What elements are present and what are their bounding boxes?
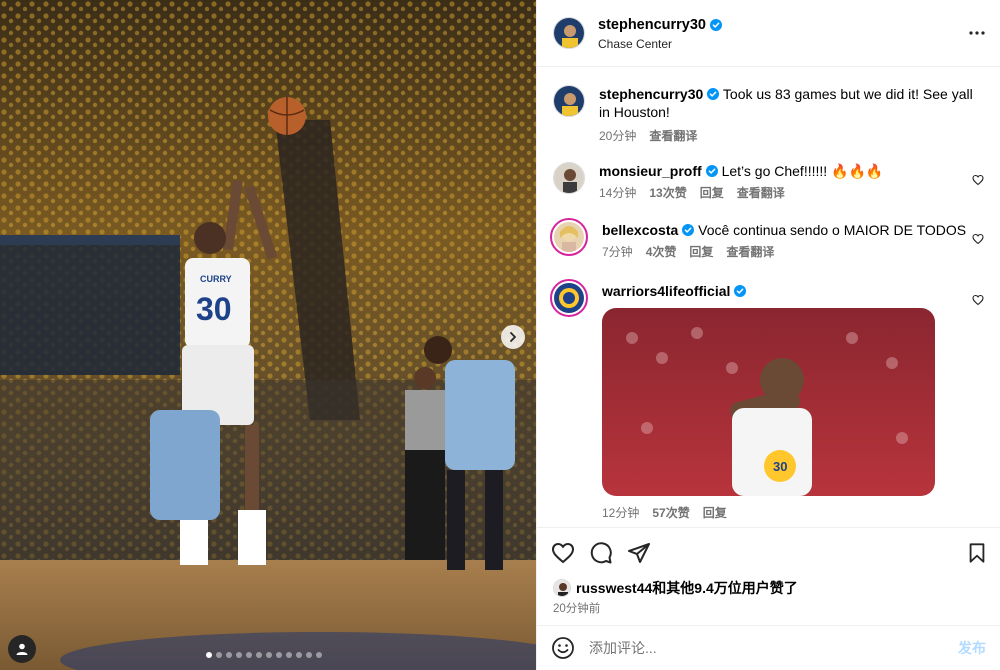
jersey-name: CURRY [200,274,232,284]
author-avatar[interactable] [553,85,585,117]
comment-time[interactable]: 14分钟 [599,184,636,202]
reply-link[interactable]: 回复 [700,184,724,202]
tagged-users-button[interactable] [8,635,36,663]
like-comment-button[interactable] [972,173,984,191]
heart-icon [972,294,984,306]
next-image-button[interactable] [501,325,525,349]
heart-icon [551,542,575,563]
share-button[interactable] [627,541,651,565]
verified-icon [707,88,720,100]
comment-likes[interactable]: 57次赞 [652,504,689,522]
reply-link[interactable]: 回复 [689,243,713,261]
liked-by-username[interactable]: russwest44 [576,580,652,596]
see-translation-link[interactable]: 查看翻译 [649,127,697,145]
caption-time[interactable]: 20分钟 [599,127,636,145]
carousel-indicator [206,652,322,658]
post-location[interactable]: Chase Center [598,37,722,51]
heart-icon [972,174,984,186]
liked-by-others[interactable]: 和其他9.4万位用户赞了 [652,578,797,598]
carousel-dot [266,652,272,658]
gif-jersey-number: 30 [773,459,787,474]
story-ring[interactable] [550,279,588,317]
comment-username[interactable]: warriors4lifeofficial [602,282,730,300]
carousel-dot [316,652,322,658]
carousel-dot [276,652,282,658]
verified-icon [682,224,695,236]
carousel-dot [226,652,232,658]
verified-icon [710,18,722,31]
like-button[interactable] [551,541,575,565]
user-tag-icon [16,643,28,655]
author-username-text[interactable]: stephencurry30 [598,17,706,33]
more-options-button[interactable] [968,24,986,47]
comment-icon [590,541,612,563]
post-modal: CURRY 30 stephencurry30 Chase Center ste… [0,0,1000,670]
comment-username[interactable]: monsieur_proff [599,162,702,180]
verified-icon [734,285,747,297]
comment-time[interactable]: 12分钟 [602,504,639,522]
post-header: stephencurry30 Chase Center [537,0,1000,67]
more-icon [969,31,985,35]
comments-list[interactable]: stephencurry30 Took us 83 games but we d… [537,67,1000,527]
author-avatar[interactable] [553,17,585,49]
commenter-avatar[interactable] [553,162,585,194]
comment-item: monsieur_proff Let’s go Chef!!!!!! 🔥🔥🔥 1… [553,162,984,202]
see-translation-link[interactable]: 查看翻译 [737,184,785,202]
caption-username[interactable]: stephencurry30 [599,85,703,103]
comment-item: warriors4lifeofficial 30 12分钟 57次赞 回复 [550,279,984,522]
post-actions [537,527,1000,577]
like-comment-button[interactable] [972,293,984,311]
share-icon [628,542,650,563]
carousel-dot [256,652,262,658]
carousel-dot [306,652,312,658]
like-comment-button[interactable] [972,232,984,250]
emoji-button[interactable] [551,636,575,660]
comment-gif[interactable]: 30 [602,308,935,496]
comment-button[interactable] [589,541,613,565]
post-time-ago: 20分钟前 [553,603,601,615]
likes-summary[interactable]: russwest44 和其他9.4万位用户赞了 [537,577,1000,599]
story-ring[interactable] [550,218,588,256]
post-photo: CURRY 30 [0,0,536,670]
post-comment-button[interactable]: 发布 [958,638,986,658]
comment-likes[interactable]: 13次赞 [649,184,686,202]
carousel-dot [246,652,252,658]
comment-input[interactable] [589,640,958,656]
carousel-dot [216,652,222,658]
comment-likes[interactable]: 4次赞 [646,243,677,261]
save-button[interactable] [966,542,988,569]
commenter-avatar[interactable] [554,283,584,313]
carousel-dot [296,652,302,658]
comment-text: Let’s go Chef!!!!!! 🔥🔥🔥 [721,163,884,179]
heart-icon [972,233,984,245]
comment-text: Você continua sendo o MAIOR DE TODOS [698,222,967,238]
comment-time[interactable]: 7分钟 [602,243,633,261]
jersey-number: 30 [196,291,232,327]
verified-icon [705,165,718,177]
carousel-dot [236,652,242,658]
carousel-dot [286,652,292,658]
author-username[interactable]: stephencurry30 [598,17,722,33]
liker-avatar [553,579,571,597]
comment-item: bellexcosta Você continua sendo o MAIOR … [550,218,984,261]
post-media: CURRY 30 [0,0,536,670]
emoji-icon [552,637,574,659]
chevron-right-icon [510,332,516,342]
post-side-panel: stephencurry30 Chase Center stephencurry… [536,0,1000,670]
see-translation-link[interactable]: 查看翻译 [726,243,774,261]
carousel-dot [206,652,212,658]
bookmark-icon [969,543,985,563]
comment-username[interactable]: bellexcosta [602,221,678,239]
reply-link[interactable]: 回复 [703,504,727,522]
commenter-avatar[interactable] [554,222,584,252]
add-comment-bar: 发布 [537,625,1000,670]
caption: stephencurry30 Took us 83 games but we d… [553,85,984,145]
